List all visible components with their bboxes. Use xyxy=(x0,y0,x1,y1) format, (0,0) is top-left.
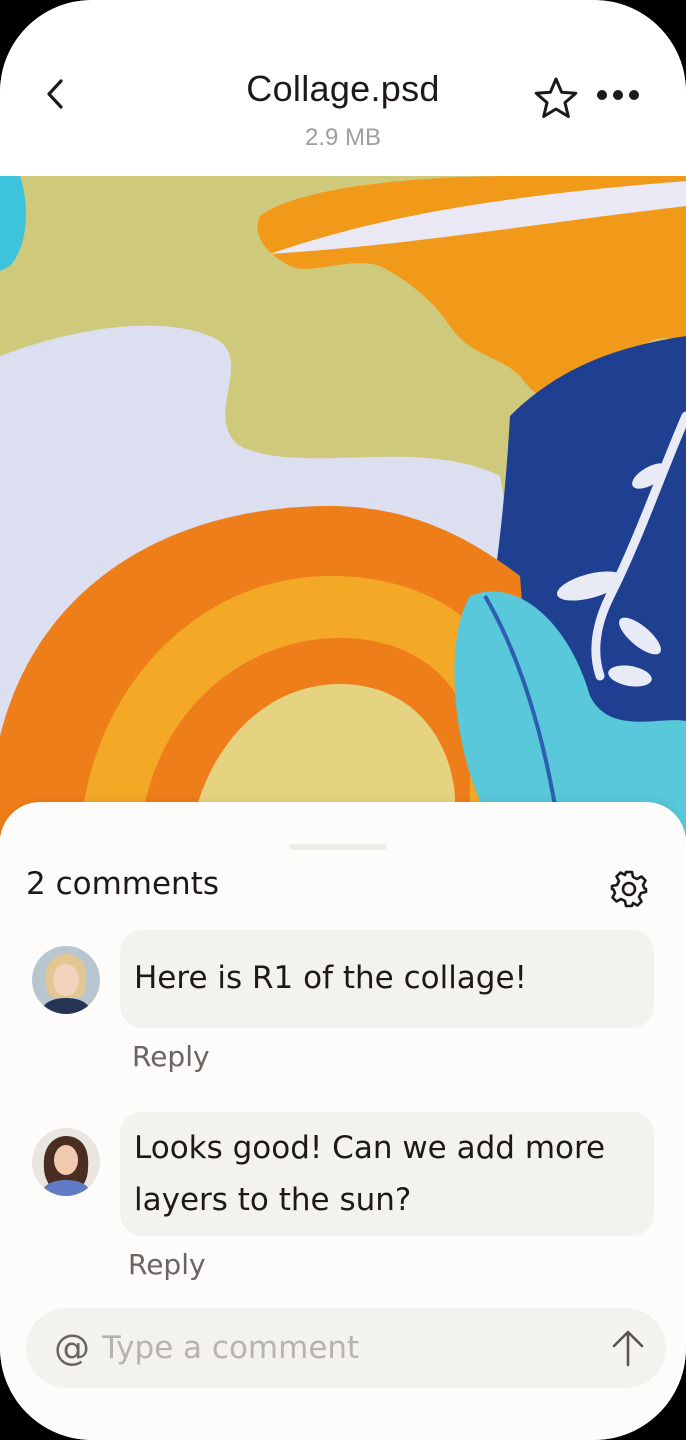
avatar[interactable] xyxy=(32,1128,100,1196)
user-avatar-photo xyxy=(32,946,100,1014)
more-horizontal-icon xyxy=(597,90,639,100)
sheet-drag-handle[interactable] xyxy=(289,844,387,850)
mention-icon[interactable]: @ xyxy=(52,1326,92,1370)
file-preview-image[interactable] xyxy=(0,176,686,836)
more-options-button[interactable] xyxy=(590,70,646,120)
file-title: Collage.psd xyxy=(246,68,440,109)
star-icon xyxy=(534,77,578,118)
comment-settings-button[interactable] xyxy=(606,866,652,912)
comment-text: Here is R1 of the collage! xyxy=(134,960,527,996)
star-button[interactable] xyxy=(530,72,582,124)
file-size: 2.9 MB xyxy=(304,124,382,151)
avatar[interactable] xyxy=(32,946,100,1014)
reply-button[interactable]: Reply xyxy=(132,1040,210,1073)
send-button[interactable] xyxy=(604,1324,652,1372)
comment-composer: @ xyxy=(26,1308,666,1388)
comment-bubble: Looks good! Can we add more layers to th… xyxy=(120,1112,654,1236)
comment-bubble: Here is R1 of the collage! xyxy=(120,930,654,1028)
collage-artwork xyxy=(0,176,686,836)
comment-input[interactable] xyxy=(102,1322,582,1374)
comment-text: Looks good! Can we add more layers to th… xyxy=(134,1130,606,1218)
comments-count: 2 comments xyxy=(26,866,220,902)
gear-icon xyxy=(610,870,648,908)
user-avatar-photo xyxy=(32,1128,100,1196)
app-header: Collage.psd 2.9 MB xyxy=(0,0,686,176)
phone-screen: Collage.psd 2.9 MB 2 comments Here is R1… xyxy=(0,0,686,1440)
reply-button[interactable]: Reply xyxy=(128,1248,206,1281)
arrow-up-icon xyxy=(612,1330,644,1367)
